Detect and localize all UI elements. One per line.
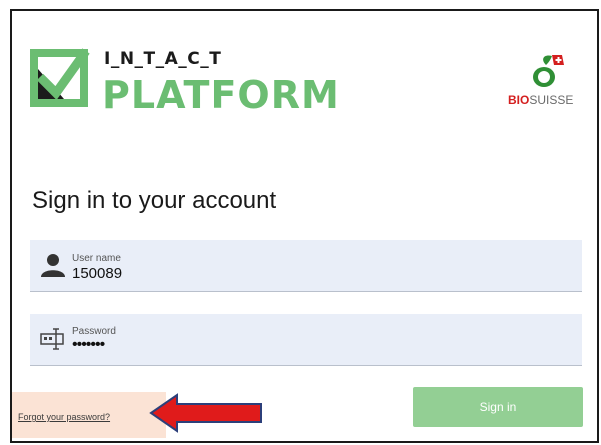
username-field[interactable]: User name 150089 <box>30 240 582 292</box>
partner-name-rest: SUISSE <box>529 93 574 107</box>
forgot-password-link[interactable]: Forgot your password? <box>18 412 110 422</box>
password-value[interactable]: ••••••• <box>72 336 105 354</box>
password-field[interactable]: Password ••••••• <box>30 314 582 366</box>
username-value[interactable]: 150089 <box>72 265 122 282</box>
sign-in-button[interactable]: Sign in <box>413 387 583 427</box>
forgot-password-highlight: Forgot your password? <box>12 392 166 438</box>
user-icon <box>41 254 65 277</box>
checkbox-logo-icon <box>30 48 90 107</box>
partner-name: BIOSUISSE <box>508 93 573 107</box>
page-title: Sign in to your account <box>32 187 277 214</box>
login-card: I_N_T_A_C_T PLATFORM BIOSUISSE Sign in t… <box>10 9 599 443</box>
brand-platform-text: PLATFORM <box>102 73 340 117</box>
brand-intact-text: I_N_T_A_C_T <box>104 49 222 69</box>
red-arrow-icon <box>149 393 262 433</box>
partner-name-bold: BIO <box>508 93 530 107</box>
password-icon <box>40 328 64 350</box>
bio-suisse-bud-icon <box>533 55 564 87</box>
username-label: User name <box>72 253 121 264</box>
partner-logo: BIOSUISSE <box>508 53 573 115</box>
